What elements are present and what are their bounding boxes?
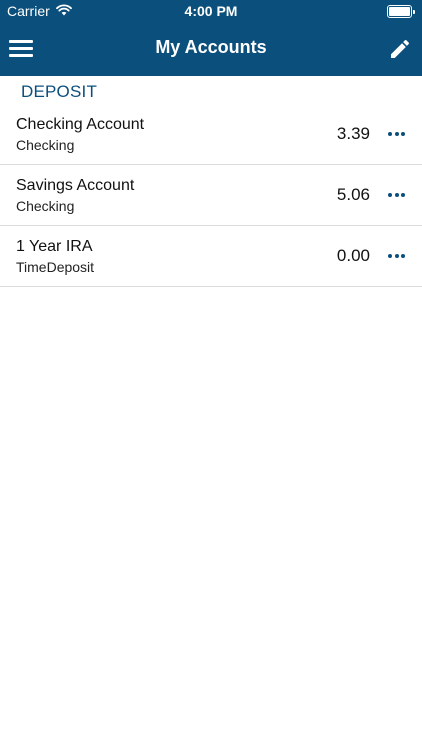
screen: Carrier 4:00 PM My Accounts DEPOSIT Chec… (0, 0, 422, 750)
more-options-icon[interactable] (388, 253, 405, 259)
status-time: 4:00 PM (184, 3, 238, 19)
account-type: Checking (16, 198, 75, 214)
nav-bar: My Accounts (0, 22, 422, 76)
account-name: Savings Account (16, 177, 135, 194)
account-row[interactable]: 1 Year IRA TimeDeposit 0.00 (0, 226, 422, 287)
account-row[interactable]: Checking Account Checking 3.39 (0, 104, 422, 165)
more-options-icon[interactable] (388, 131, 405, 137)
account-list: Checking Account Checking 3.39 Savings A… (0, 104, 422, 287)
pencil-edit-icon[interactable] (388, 37, 412, 61)
account-balance: 3.39 (336, 124, 370, 143)
account-name: 1 Year IRA (16, 238, 93, 255)
section-header-deposit: DEPOSIT (21, 82, 98, 101)
account-row[interactable]: Savings Account Checking 5.06 (0, 165, 422, 226)
account-type: TimeDeposit (16, 259, 95, 275)
account-type: Checking (16, 137, 75, 153)
battery-level (389, 7, 410, 16)
more-options-icon[interactable] (388, 192, 405, 198)
status-bar: Carrier 4:00 PM (0, 0, 422, 22)
battery-icon (387, 5, 415, 18)
top-bar: Carrier 4:00 PM My Accounts (0, 0, 422, 76)
account-balance: 0.00 (336, 246, 370, 265)
page-title: My Accounts (155, 37, 267, 57)
account-name: Checking Account (16, 116, 145, 133)
account-balance: 5.06 (336, 185, 370, 204)
